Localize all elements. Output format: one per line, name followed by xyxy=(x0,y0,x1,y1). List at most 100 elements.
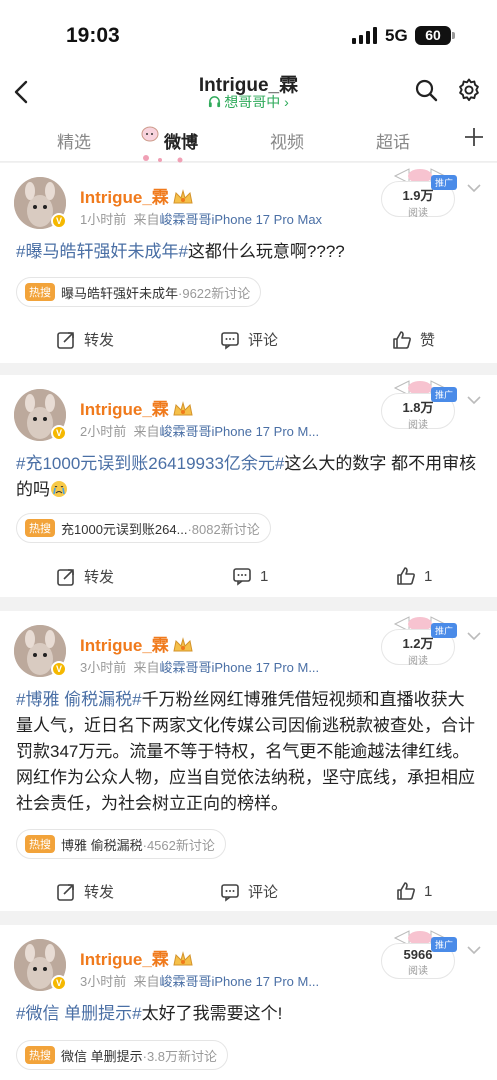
author-name[interactable]: Intrigue_霖 xyxy=(80,183,194,208)
hot-badge: 热搜 xyxy=(25,283,55,301)
post-time: 3小时前 xyxy=(80,660,127,675)
read-count-card[interactable]: 1.2万 阅读 推广 xyxy=(381,616,457,667)
hot-topic: 微信 单删提示 xyxy=(61,1048,143,1064)
post-hashtag[interactable]: #博雅 偷税漏税# xyxy=(16,690,142,709)
post-text: #充1000元误到账26419933亿余元#这么大的数字 都不用审核的吗 xyxy=(16,451,481,503)
like-button[interactable]: 1 xyxy=(396,881,432,901)
post-from: 来自 xyxy=(133,660,160,675)
status-bar: 19:03 5G 60 xyxy=(0,0,497,70)
post-from: 来自 xyxy=(133,212,160,227)
comment-button[interactable]: 评论 xyxy=(220,329,278,350)
hot-topic: 充1000元误到账264... xyxy=(61,521,188,537)
post-body: 这都什么玩意啊???? xyxy=(187,242,345,261)
post-body: 太好了我需要这个! xyxy=(141,1004,283,1023)
read-count-card[interactable]: 1.9万 阅读 推广 xyxy=(381,168,457,219)
post-hashtag[interactable]: #微信 单删提示# xyxy=(16,1004,142,1023)
post-card[interactable]: V Intrigue_霖 2小时前 来自峻霖哥哥iPhone 17 Pro M.… xyxy=(0,375,497,597)
chevron-down-icon[interactable] xyxy=(466,631,482,641)
comment-label: 评论 xyxy=(248,884,279,901)
post-card[interactable]: V Intrigue_霖 3小时前 来自峻霖哥哥iPhone 17 Pro M.… xyxy=(0,611,497,911)
tab-featured[interactable]: 精选 xyxy=(57,128,91,153)
promo-badge: 推广 xyxy=(431,937,457,952)
read-count-card[interactable]: 1.8万 阅读 推广 xyxy=(381,380,457,431)
author-name-text: Intrigue_霖 xyxy=(80,636,169,655)
promo-badge: 推广 xyxy=(431,623,457,638)
tab-supertopic[interactable]: 超话 xyxy=(376,128,410,153)
gear-icon[interactable] xyxy=(456,77,482,103)
headset-icon xyxy=(209,96,221,108)
post-from: 来自 xyxy=(133,974,160,989)
chevron-down-icon[interactable] xyxy=(466,395,482,405)
repost-label: 转发 xyxy=(84,884,115,901)
promo-badge: 推广 xyxy=(431,175,457,190)
post-text: #博雅 偷税漏税#千万粉丝网红博雅凭借短视频和直播收获大量人气，近日名下两家文化… xyxy=(16,687,481,817)
author-name[interactable]: Intrigue_霖 xyxy=(80,395,194,420)
plus-icon[interactable] xyxy=(463,126,485,148)
post-text: #曝马皓轩强奸未成年#这都什么玩意啊???? xyxy=(16,239,481,265)
hot-badge: 热搜 xyxy=(25,519,55,537)
verified-badge: V xyxy=(51,661,67,677)
repost-button[interactable]: 转发 xyxy=(56,881,114,902)
hot-topic-pill[interactable]: 热搜 博雅 偷税漏税 ·4562新讨论 xyxy=(16,829,226,859)
post-card[interactable]: V Intrigue_霖 3小时前 来自峻霖哥哥iPhone 17 Pro M.… xyxy=(0,925,497,1080)
hot-topic: 博雅 偷税漏税 xyxy=(61,837,143,853)
subtitle-arrow: › xyxy=(284,94,289,110)
hot-count: ·3.8万新讨论 xyxy=(142,1048,218,1064)
search-icon[interactable] xyxy=(414,78,438,102)
author-name-text: Intrigue_霖 xyxy=(80,400,169,419)
signal-icon xyxy=(352,27,377,44)
tab-bar: 精选 微博 视频 超话 xyxy=(0,118,497,163)
post-hashtag[interactable]: #曝马皓轩强奸未成年# xyxy=(16,242,188,261)
post-card[interactable]: V Intrigue_霖 1小时前 来自峻霖哥哥iPhone 17 Pro Ma… xyxy=(0,163,497,363)
post-source[interactable]: 峻霖哥哥iPhone 17 Pro Max xyxy=(159,212,322,227)
comment-button[interactable]: 1 xyxy=(232,566,268,586)
repost-icon xyxy=(57,883,74,901)
like-icon xyxy=(397,567,415,585)
read-count-card[interactable]: 5966 阅读 推广 xyxy=(381,930,457,981)
hot-topic-pill[interactable]: 热搜 微信 单删提示 ·3.8万新讨论 xyxy=(16,1040,229,1070)
action-bar: 转发 1 1 xyxy=(0,558,497,598)
tab-weibo[interactable]: 微博 xyxy=(164,128,198,153)
like-icon xyxy=(393,330,411,349)
profile-header: Intrigue_霖 想哥哥中 › xyxy=(0,70,497,118)
post-meta: 1小时前 来自峻霖哥哥iPhone 17 Pro Max xyxy=(80,209,322,228)
repost-button[interactable]: 转发 xyxy=(56,566,114,587)
post-source[interactable]: 峻霖哥哥iPhone 17 Pro M... xyxy=(159,974,319,989)
like-button[interactable]: 赞 xyxy=(392,329,435,350)
read-label: 阅读 xyxy=(408,966,428,977)
post-text: #微信 单删提示#太好了我需要这个! xyxy=(16,1001,481,1027)
post-source[interactable]: 峻霖哥哥iPhone 17 Pro M... xyxy=(159,424,319,439)
like-button[interactable]: 1 xyxy=(396,566,432,586)
battery-icon: 60 xyxy=(415,26,455,45)
post-meta: 3小时前 来自峻霖哥哥iPhone 17 Pro M... xyxy=(80,657,319,676)
hot-topic: 曝马皓轩强奸未成年 xyxy=(61,285,179,301)
hot-badge: 热搜 xyxy=(25,1046,55,1064)
repost-label: 转发 xyxy=(84,332,115,349)
tab-video[interactable]: 视频 xyxy=(270,128,304,153)
comment-button[interactable]: 评论 xyxy=(220,881,278,902)
comment-icon xyxy=(221,331,239,350)
author-name[interactable]: Intrigue_霖 xyxy=(80,945,194,970)
author-name[interactable]: Intrigue_霖 xyxy=(80,631,194,656)
post-source[interactable]: 峻霖哥哥iPhone 17 Pro M... xyxy=(159,660,319,675)
comment-label: 评论 xyxy=(248,332,279,349)
author-name-text: Intrigue_霖 xyxy=(80,950,169,969)
post-time: 3小时前 xyxy=(80,974,127,989)
repost-icon xyxy=(57,568,74,586)
chevron-down-icon[interactable] xyxy=(466,183,482,193)
network-label: 5G xyxy=(385,26,408,45)
read-label: 阅读 xyxy=(408,208,428,219)
hot-count: ·8082新讨论 xyxy=(187,521,260,537)
hot-topic-pill[interactable]: 热搜 曝马皓轩强奸未成年 ·9622新讨论 xyxy=(16,277,262,307)
action-bar: 转发 评论 1 xyxy=(0,873,497,913)
chevron-down-icon[interactable] xyxy=(466,945,482,955)
repost-icon xyxy=(57,331,74,349)
post-hashtag[interactable]: #充1000元误到账26419933亿余元# xyxy=(16,454,284,473)
promo-badge: 推广 xyxy=(431,387,457,402)
read-label: 阅读 xyxy=(408,656,428,667)
repost-button[interactable]: 转发 xyxy=(56,329,114,350)
post-time: 2小时前 xyxy=(80,424,127,439)
post-time: 1小时前 xyxy=(80,212,127,227)
comment-icon xyxy=(233,568,251,586)
hot-topic-pill[interactable]: 热搜 充1000元误到账264... ·8082新讨论 xyxy=(16,513,271,543)
